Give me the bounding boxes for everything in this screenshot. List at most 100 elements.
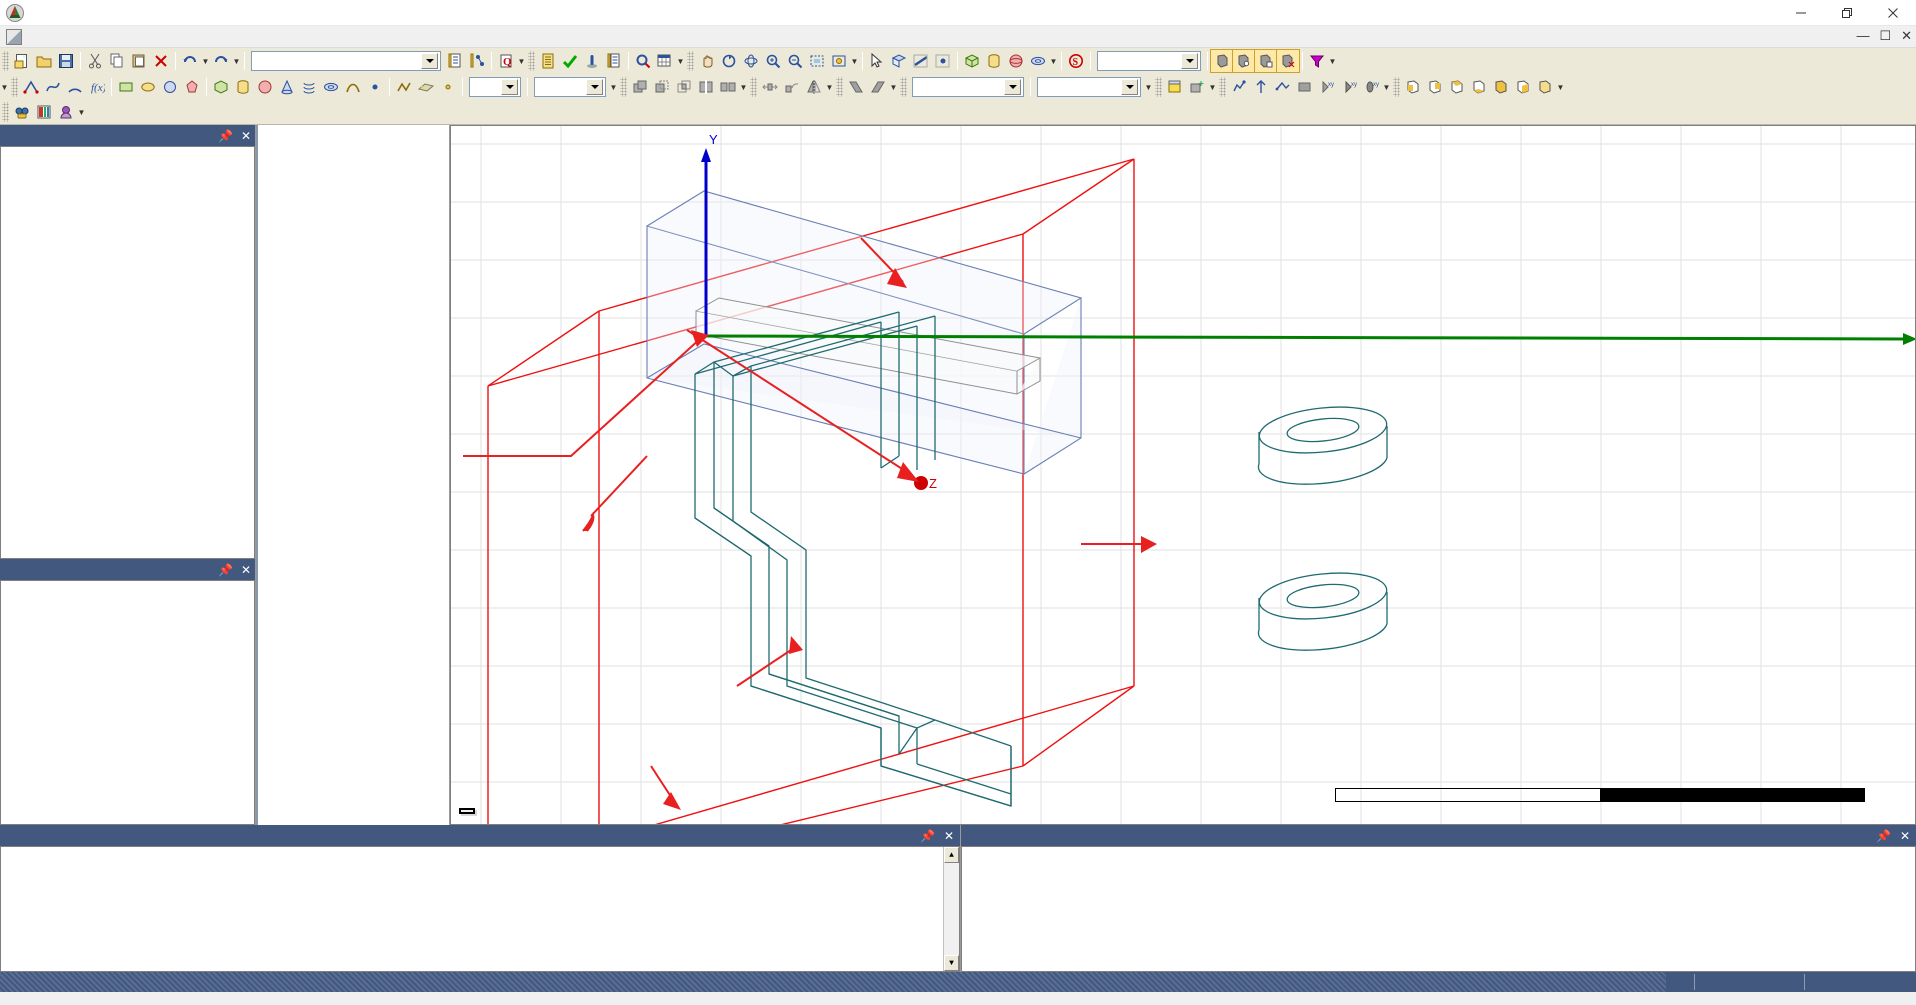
toolbar-overflow-icon[interactable]: ▼ <box>739 77 748 97</box>
message-manager-toggle-icon[interactable] <box>55 101 77 123</box>
menu-file[interactable] <box>28 35 46 39</box>
symmetry-icon[interactable]: S <box>1065 50 1087 72</box>
3d-model-canvas[interactable]: Y Z <box>451 126 1916 825</box>
chevron-down-icon[interactable] <box>586 79 603 95</box>
toolbar-overflow-icon[interactable]: ▼ <box>1049 51 1058 71</box>
filter-icon[interactable] <box>1306 50 1328 72</box>
model-tree[interactable] <box>256 125 450 825</box>
fit-selection-icon[interactable] <box>828 50 850 72</box>
menu-maxwell3d[interactable] <box>136 35 154 39</box>
select-edge-icon[interactable] <box>910 50 932 72</box>
toolbar-overflow-icon[interactable]: ▼ <box>0 77 9 97</box>
undo-icon[interactable] <box>179 50 201 72</box>
menu-help[interactable] <box>190 35 208 39</box>
mdi-close-icon[interactable]: ✕ <box>1901 28 1912 44</box>
close-icon[interactable]: ✕ <box>944 829 954 843</box>
assign-torque-icon[interactable]: xy <box>1360 76 1382 98</box>
select-face-icon[interactable] <box>888 50 910 72</box>
split-icon[interactable] <box>695 76 717 98</box>
toolbar-grip[interactable] <box>620 77 627 97</box>
mirror-icon[interactable] <box>803 76 825 98</box>
select-object-icon[interactable] <box>866 50 888 72</box>
menu-view[interactable] <box>64 35 82 39</box>
draw-helix-icon[interactable] <box>298 76 320 98</box>
pin-icon[interactable]: 📌 <box>218 129 233 143</box>
toolbar-overflow-icon[interactable]: ▼ <box>1382 77 1391 97</box>
menu-window[interactable] <box>172 35 190 39</box>
3d-viewport[interactable]: Y Z <box>450 125 1916 825</box>
view-front-icon[interactable] <box>1402 76 1424 98</box>
draw-plane-icon[interactable] <box>415 76 437 98</box>
chevron-down-icon[interactable] <box>421 53 438 69</box>
menu-modeler[interactable] <box>118 35 136 39</box>
view-bottom-icon[interactable] <box>1468 76 1490 98</box>
assign-boundary-icon[interactable] <box>1228 76 1250 98</box>
dimension-combo[interactable] <box>534 77 606 97</box>
chevron-down-icon[interactable] <box>1121 79 1138 95</box>
measure-position-icon[interactable] <box>466 50 488 72</box>
project-tree[interactable] <box>0 146 255 559</box>
view-left-icon[interactable] <box>1490 76 1512 98</box>
model-combo[interactable] <box>1037 77 1141 97</box>
toolbar-grip[interactable] <box>900 77 907 97</box>
assign-force-icon[interactable]: xy <box>1338 76 1360 98</box>
toolbar-grip[interactable] <box>1155 77 1162 97</box>
assign-excitation-icon[interactable] <box>1250 76 1272 98</box>
menu-edit[interactable] <box>46 35 64 39</box>
unite-icon[interactable] <box>629 76 651 98</box>
pan-hand-icon[interactable] <box>696 50 718 72</box>
message-list[interactable]: ▲ ▼ <box>0 846 960 972</box>
menu-project[interactable] <box>82 35 100 39</box>
paste-icon[interactable] <box>128 50 150 72</box>
draw-torus-icon[interactable] <box>1027 50 1049 72</box>
draw-box-icon[interactable] <box>961 50 983 72</box>
new-project-icon[interactable] <box>11 50 33 72</box>
subtract-icon[interactable] <box>651 76 673 98</box>
separate-bodies-icon[interactable] <box>717 76 739 98</box>
draw-circle-center-icon[interactable] <box>437 76 459 98</box>
view-right-icon[interactable] <box>1512 76 1534 98</box>
properties-grid[interactable] <box>0 580 255 825</box>
properties-toggle-icon[interactable] <box>33 101 55 123</box>
pin-icon[interactable]: 📌 <box>920 829 935 843</box>
toolbar-grip[interactable] <box>750 77 757 97</box>
assign-parameter-icon[interactable] <box>1272 76 1294 98</box>
toolbar-grip[interactable] <box>836 77 843 97</box>
menu-tools[interactable] <box>154 35 172 39</box>
toolbar-overflow-icon[interactable]: ▼ <box>1556 77 1565 97</box>
drawing-plane-combo[interactable] <box>469 77 521 97</box>
select-all-visible-icon[interactable] <box>1210 49 1234 73</box>
validate-icon[interactable]: Q <box>495 50 517 72</box>
copy-icon[interactable] <box>106 50 128 72</box>
select-by-name-icon[interactable] <box>1232 49 1256 73</box>
show-grid-icon[interactable] <box>1164 76 1186 98</box>
toolbar-grip[interactable] <box>2 51 9 71</box>
close-icon[interactable]: ✕ <box>241 129 251 143</box>
draw-torus-2-icon[interactable] <box>320 76 342 98</box>
intersect-icon[interactable] <box>673 76 695 98</box>
toolbar-overflow-icon[interactable]: ▼ <box>77 102 86 122</box>
rotate-icon[interactable] <box>718 50 740 72</box>
toolbar-grip[interactable] <box>11 77 18 97</box>
draw-cylinder-2-icon[interactable] <box>232 76 254 98</box>
draw-sphere-2-icon[interactable] <box>254 76 276 98</box>
select-all-icon[interactable] <box>1254 49 1278 73</box>
deselect-all-icon[interactable] <box>1276 49 1300 73</box>
scroll-up-icon[interactable]: ▲ <box>944 847 959 863</box>
close-button[interactable] <box>1870 0 1916 26</box>
toolbar-overflow-icon[interactable]: ▼ <box>609 77 618 97</box>
toolbar-grip[interactable] <box>1393 77 1400 97</box>
toolbar-overflow-icon[interactable]: ▼ <box>517 51 526 71</box>
undo-dropdown-icon[interactable]: ▼ <box>201 51 210 71</box>
toolbar-overflow-icon[interactable]: ▼ <box>889 77 898 97</box>
pin-icon[interactable]: 📌 <box>1876 829 1891 843</box>
menu-draw[interactable] <box>100 35 118 39</box>
draw-box-2-icon[interactable] <box>210 76 232 98</box>
section-icon[interactable] <box>845 76 867 98</box>
chevron-down-icon[interactable] <box>1004 79 1021 95</box>
toolbar-overflow-icon[interactable]: ▼ <box>1208 77 1217 97</box>
cut-icon[interactable] <box>84 50 106 72</box>
section-2-icon[interactable] <box>867 76 889 98</box>
open-project-icon[interactable] <box>33 50 55 72</box>
draw-cone-icon[interactable] <box>276 76 298 98</box>
